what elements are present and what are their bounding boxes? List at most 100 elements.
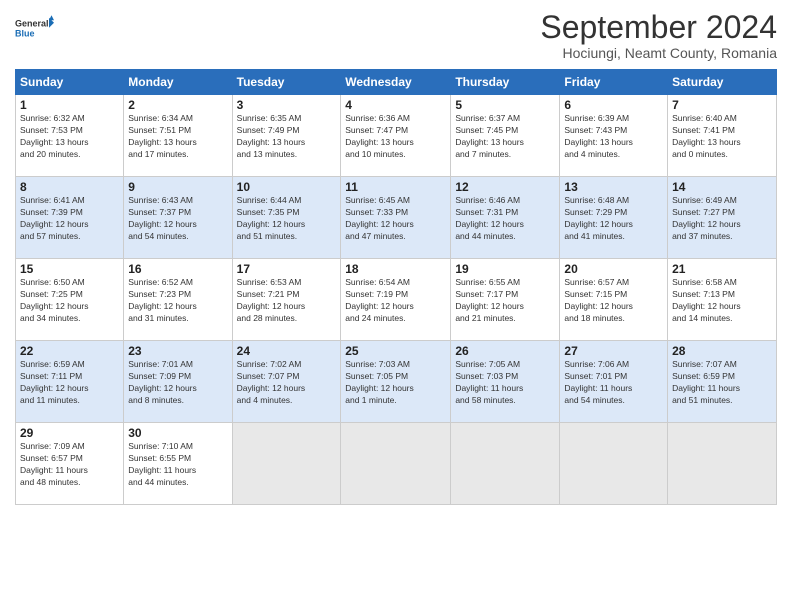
month-title: September 2024 — [540, 10, 777, 45]
table-row: 10Sunrise: 6:44 AMSunset: 7:35 PMDayligh… — [232, 177, 341, 259]
table-row: 18Sunrise: 6:54 AMSunset: 7:19 PMDayligh… — [341, 259, 451, 341]
svg-text:General: General — [15, 18, 49, 28]
day-info: Sunrise: 6:34 AMSunset: 7:51 PMDaylight:… — [128, 113, 197, 159]
col-saturday: Saturday — [668, 70, 777, 95]
location-subtitle: Hociungi, Neamt County, Romania — [540, 45, 777, 61]
table-row: 3Sunrise: 6:35 AMSunset: 7:49 PMDaylight… — [232, 95, 341, 177]
day-number: 19 — [455, 262, 555, 276]
day-info: Sunrise: 6:43 AMSunset: 7:37 PMDaylight:… — [128, 195, 197, 241]
day-number: 10 — [237, 180, 337, 194]
table-row: 1Sunrise: 6:32 AMSunset: 7:53 PMDaylight… — [16, 95, 124, 177]
day-info: Sunrise: 6:58 AMSunset: 7:13 PMDaylight:… — [672, 277, 741, 323]
table-row: 29Sunrise: 7:09 AMSunset: 6:57 PMDayligh… — [16, 423, 124, 505]
col-friday: Friday — [560, 70, 668, 95]
title-block: September 2024 Hociungi, Neamt County, R… — [540, 10, 777, 61]
day-number: 21 — [672, 262, 772, 276]
day-info: Sunrise: 7:01 AMSunset: 7:09 PMDaylight:… — [128, 359, 197, 405]
table-row: 19Sunrise: 6:55 AMSunset: 7:17 PMDayligh… — [451, 259, 560, 341]
day-number: 30 — [128, 426, 227, 440]
col-tuesday: Tuesday — [232, 70, 341, 95]
day-info: Sunrise: 6:37 AMSunset: 7:45 PMDaylight:… — [455, 113, 524, 159]
day-number: 22 — [20, 344, 119, 358]
day-info: Sunrise: 6:39 AMSunset: 7:43 PMDaylight:… — [564, 113, 633, 159]
day-info: Sunrise: 6:59 AMSunset: 7:11 PMDaylight:… — [20, 359, 89, 405]
table-row: 8Sunrise: 6:41 AMSunset: 7:39 PMDaylight… — [16, 177, 124, 259]
table-row: 6Sunrise: 6:39 AMSunset: 7:43 PMDaylight… — [560, 95, 668, 177]
day-number: 17 — [237, 262, 337, 276]
day-number: 5 — [455, 98, 555, 112]
day-info: Sunrise: 7:06 AMSunset: 7:01 PMDaylight:… — [564, 359, 632, 405]
day-info: Sunrise: 7:10 AMSunset: 6:55 PMDaylight:… — [128, 441, 196, 487]
day-info: Sunrise: 6:57 AMSunset: 7:15 PMDaylight:… — [564, 277, 633, 323]
table-row: 11Sunrise: 6:45 AMSunset: 7:33 PMDayligh… — [341, 177, 451, 259]
col-sunday: Sunday — [16, 70, 124, 95]
day-info: Sunrise: 6:35 AMSunset: 7:49 PMDaylight:… — [237, 113, 306, 159]
day-number: 27 — [564, 344, 663, 358]
day-number: 16 — [128, 262, 227, 276]
day-number: 29 — [20, 426, 119, 440]
day-number: 4 — [345, 98, 446, 112]
day-number: 3 — [237, 98, 337, 112]
table-row: 4Sunrise: 6:36 AMSunset: 7:47 PMDaylight… — [341, 95, 451, 177]
table-row — [232, 423, 341, 505]
col-wednesday: Wednesday — [341, 70, 451, 95]
table-row: 17Sunrise: 6:53 AMSunset: 7:21 PMDayligh… — [232, 259, 341, 341]
table-row: 21Sunrise: 6:58 AMSunset: 7:13 PMDayligh… — [668, 259, 777, 341]
day-info: Sunrise: 7:05 AMSunset: 7:03 PMDaylight:… — [455, 359, 523, 405]
table-row: 5Sunrise: 6:37 AMSunset: 7:45 PMDaylight… — [451, 95, 560, 177]
table-row: 28Sunrise: 7:07 AMSunset: 6:59 PMDayligh… — [668, 341, 777, 423]
day-number: 8 — [20, 180, 119, 194]
day-number: 18 — [345, 262, 446, 276]
col-thursday: Thursday — [451, 70, 560, 95]
logo: General Blue — [15, 14, 55, 44]
table-row: 15Sunrise: 6:50 AMSunset: 7:25 PMDayligh… — [16, 259, 124, 341]
day-number: 25 — [345, 344, 446, 358]
day-info: Sunrise: 6:52 AMSunset: 7:23 PMDaylight:… — [128, 277, 197, 323]
table-row: 30Sunrise: 7:10 AMSunset: 6:55 PMDayligh… — [124, 423, 232, 505]
table-row — [668, 423, 777, 505]
day-number: 20 — [564, 262, 663, 276]
table-row: 9Sunrise: 6:43 AMSunset: 7:37 PMDaylight… — [124, 177, 232, 259]
day-info: Sunrise: 7:09 AMSunset: 6:57 PMDaylight:… — [20, 441, 88, 487]
day-number: 14 — [672, 180, 772, 194]
calendar-row: 29Sunrise: 7:09 AMSunset: 6:57 PMDayligh… — [16, 423, 777, 505]
table-row: 20Sunrise: 6:57 AMSunset: 7:15 PMDayligh… — [560, 259, 668, 341]
table-row: 23Sunrise: 7:01 AMSunset: 7:09 PMDayligh… — [124, 341, 232, 423]
day-info: Sunrise: 6:36 AMSunset: 7:47 PMDaylight:… — [345, 113, 414, 159]
day-number: 11 — [345, 180, 446, 194]
day-info: Sunrise: 6:45 AMSunset: 7:33 PMDaylight:… — [345, 195, 414, 241]
day-number: 9 — [128, 180, 227, 194]
day-info: Sunrise: 6:41 AMSunset: 7:39 PMDaylight:… — [20, 195, 89, 241]
table-row — [560, 423, 668, 505]
table-row: 27Sunrise: 7:06 AMSunset: 7:01 PMDayligh… — [560, 341, 668, 423]
table-row: 7Sunrise: 6:40 AMSunset: 7:41 PMDaylight… — [668, 95, 777, 177]
calendar-row: 1Sunrise: 6:32 AMSunset: 7:53 PMDaylight… — [16, 95, 777, 177]
day-number: 28 — [672, 344, 772, 358]
day-info: Sunrise: 6:48 AMSunset: 7:29 PMDaylight:… — [564, 195, 633, 241]
day-number: 13 — [564, 180, 663, 194]
day-info: Sunrise: 6:54 AMSunset: 7:19 PMDaylight:… — [345, 277, 414, 323]
table-row — [451, 423, 560, 505]
day-info: Sunrise: 6:55 AMSunset: 7:17 PMDaylight:… — [455, 277, 524, 323]
day-number: 7 — [672, 98, 772, 112]
calendar-row: 8Sunrise: 6:41 AMSunset: 7:39 PMDaylight… — [16, 177, 777, 259]
table-row: 16Sunrise: 6:52 AMSunset: 7:23 PMDayligh… — [124, 259, 232, 341]
day-info: Sunrise: 6:53 AMSunset: 7:21 PMDaylight:… — [237, 277, 306, 323]
table-row: 22Sunrise: 6:59 AMSunset: 7:11 PMDayligh… — [16, 341, 124, 423]
day-info: Sunrise: 7:07 AMSunset: 6:59 PMDaylight:… — [672, 359, 740, 405]
day-info: Sunrise: 6:40 AMSunset: 7:41 PMDaylight:… — [672, 113, 741, 159]
table-row — [341, 423, 451, 505]
svg-text:Blue: Blue — [15, 28, 35, 38]
calendar-row: 22Sunrise: 6:59 AMSunset: 7:11 PMDayligh… — [16, 341, 777, 423]
header: General Blue September 2024 Hociungi, Ne… — [15, 10, 777, 61]
day-info: Sunrise: 6:49 AMSunset: 7:27 PMDaylight:… — [672, 195, 741, 241]
page: General Blue September 2024 Hociungi, Ne… — [0, 0, 792, 612]
header-row: Sunday Monday Tuesday Wednesday Thursday… — [16, 70, 777, 95]
table-row: 12Sunrise: 6:46 AMSunset: 7:31 PMDayligh… — [451, 177, 560, 259]
table-row: 26Sunrise: 7:05 AMSunset: 7:03 PMDayligh… — [451, 341, 560, 423]
day-number: 2 — [128, 98, 227, 112]
day-info: Sunrise: 7:02 AMSunset: 7:07 PMDaylight:… — [237, 359, 306, 405]
day-number: 23 — [128, 344, 227, 358]
table-row: 25Sunrise: 7:03 AMSunset: 7:05 PMDayligh… — [341, 341, 451, 423]
day-number: 12 — [455, 180, 555, 194]
